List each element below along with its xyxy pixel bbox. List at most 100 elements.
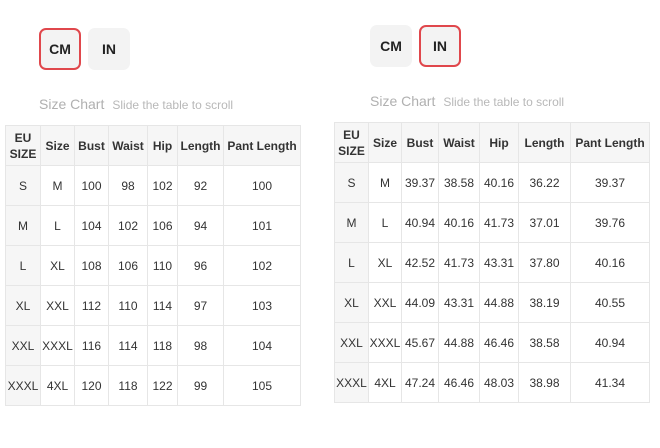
cell-size: 4XL — [40, 365, 75, 406]
table-row: M L 40.94 40.16 41.73 37.01 39.76 — [334, 202, 650, 243]
cell-hip: 41.73 — [479, 202, 519, 243]
cell-eu-size: XXL — [5, 325, 41, 366]
size-chart-heading: Size Chart Slide the table to scroll — [39, 96, 233, 114]
table-row: XL XXL 112 110 114 97 103 — [5, 285, 301, 326]
cell-size: M — [368, 162, 402, 203]
size-chart-title: Size Chart — [39, 96, 105, 112]
table-row: L XL 108 106 110 96 102 — [5, 245, 301, 286]
cell-bust: 116 — [74, 325, 109, 366]
table-row: XXXL 4XL 120 118 122 99 105 — [5, 365, 301, 406]
cell-waist: 118 — [108, 365, 148, 406]
cell-length: 92 — [177, 165, 224, 206]
cell-length: 36.22 — [518, 162, 571, 203]
cell-waist: 114 — [108, 325, 148, 366]
cell-size: XL — [368, 242, 402, 283]
cell-bust: 120 — [74, 365, 109, 406]
cell-length: 94 — [177, 205, 224, 246]
cell-pant-length: 40.94 — [570, 322, 650, 363]
size-table: EU SIZE Size Bust Waist Hip Length Pant L… — [5, 125, 301, 406]
cell-size: XL — [40, 245, 75, 286]
cell-bust: 44.09 — [401, 282, 439, 323]
header-hip: Hip — [479, 122, 519, 163]
header-length: Length — [518, 122, 571, 163]
header-eu-size: EU SIZE — [334, 122, 369, 163]
cell-eu-size: L — [5, 245, 41, 286]
header-size: Size — [40, 125, 75, 166]
cell-eu-size: XL — [5, 285, 41, 326]
size-table-scroll-area[interactable]: EU SIZE Size Bust Waist Hip Length Pant L… — [5, 125, 301, 406]
cell-size: XXL — [40, 285, 75, 326]
cell-length: 98 — [177, 325, 224, 366]
cell-waist: 106 — [108, 245, 148, 286]
cell-length: 97 — [177, 285, 224, 326]
scroll-hint: Slide the table to scroll — [112, 98, 234, 112]
cell-size: M — [40, 165, 75, 206]
cell-length: 38.98 — [518, 362, 571, 403]
cell-waist: 41.73 — [438, 242, 480, 283]
cell-hip: 44.88 — [479, 282, 519, 323]
cell-eu-size: XXXL — [5, 365, 41, 406]
size-table-scroll-area[interactable]: EU SIZE Size Bust Waist Hip Length Pant L… — [334, 122, 650, 403]
cell-hip: 48.03 — [479, 362, 519, 403]
cell-waist: 46.46 — [438, 362, 480, 403]
cell-waist: 44.88 — [438, 322, 480, 363]
cell-eu-size: S — [334, 162, 369, 203]
scroll-hint: Slide the table to scroll — [443, 95, 565, 109]
in-unit-button[interactable]: IN — [88, 28, 130, 70]
cell-pant-length: 103 — [223, 285, 301, 326]
cell-hip: 114 — [147, 285, 178, 326]
cell-eu-size: XXXL — [334, 362, 369, 403]
table-header-row: EU SIZE Size Bust Waist Hip Length Pant L… — [334, 122, 650, 163]
cell-hip: 43.31 — [479, 242, 519, 283]
table-row: L XL 42.52 41.73 43.31 37.80 40.16 — [334, 242, 650, 283]
table-row: XXL XXXL 45.67 44.88 46.46 38.58 40.94 — [334, 322, 650, 363]
cell-pant-length: 40.55 — [570, 282, 650, 323]
cell-waist: 102 — [108, 205, 148, 246]
size-chart-title: Size Chart — [370, 93, 436, 109]
cell-pant-length: 40.16 — [570, 242, 650, 283]
table-row: S M 100 98 102 92 100 — [5, 165, 301, 206]
cell-bust: 40.94 — [401, 202, 439, 243]
cell-length: 96 — [177, 245, 224, 286]
cell-waist: 38.58 — [438, 162, 480, 203]
cell-pant-length: 39.37 — [570, 162, 650, 203]
cell-hip: 102 — [147, 165, 178, 206]
cell-length: 38.58 — [518, 322, 571, 363]
header-bust: Bust — [74, 125, 109, 166]
table-row: S M 39.37 38.58 40.16 36.22 39.37 — [334, 162, 650, 203]
cell-bust: 47.24 — [401, 362, 439, 403]
cell-waist: 40.16 — [438, 202, 480, 243]
cell-length: 37.01 — [518, 202, 571, 243]
cell-bust: 112 — [74, 285, 109, 326]
header-size: Size — [368, 122, 402, 163]
cell-waist: 98 — [108, 165, 148, 206]
cell-eu-size: M — [334, 202, 369, 243]
cell-eu-size: S — [5, 165, 41, 206]
cell-bust: 104 — [74, 205, 109, 246]
in-unit-button[interactable]: IN — [419, 25, 461, 67]
cell-eu-size: XL — [334, 282, 369, 323]
cell-waist: 43.31 — [438, 282, 480, 323]
cell-size: 4XL — [368, 362, 402, 403]
cell-eu-size: M — [5, 205, 41, 246]
header-waist: Waist — [438, 122, 480, 163]
cell-pant-length: 105 — [223, 365, 301, 406]
cell-size: XXXL — [40, 325, 75, 366]
cell-hip: 122 — [147, 365, 178, 406]
table-row: XXL XXXL 116 114 118 98 104 — [5, 325, 301, 366]
header-hip: Hip — [147, 125, 178, 166]
cell-length: 37.80 — [518, 242, 571, 283]
cell-hip: 118 — [147, 325, 178, 366]
cell-size: XXXL — [368, 322, 402, 363]
cell-length: 38.19 — [518, 282, 571, 323]
cell-pant-length: 41.34 — [570, 362, 650, 403]
cm-unit-button[interactable]: CM — [39, 28, 81, 70]
cell-bust: 108 — [74, 245, 109, 286]
cm-unit-button[interactable]: CM — [370, 25, 412, 67]
size-table: EU SIZE Size Bust Waist Hip Length Pant L… — [334, 122, 650, 403]
header-eu-size: EU SIZE — [5, 125, 41, 166]
cell-hip: 40.16 — [479, 162, 519, 203]
cell-eu-size: L — [334, 242, 369, 283]
cell-length: 99 — [177, 365, 224, 406]
cell-eu-size: XXL — [334, 322, 369, 363]
